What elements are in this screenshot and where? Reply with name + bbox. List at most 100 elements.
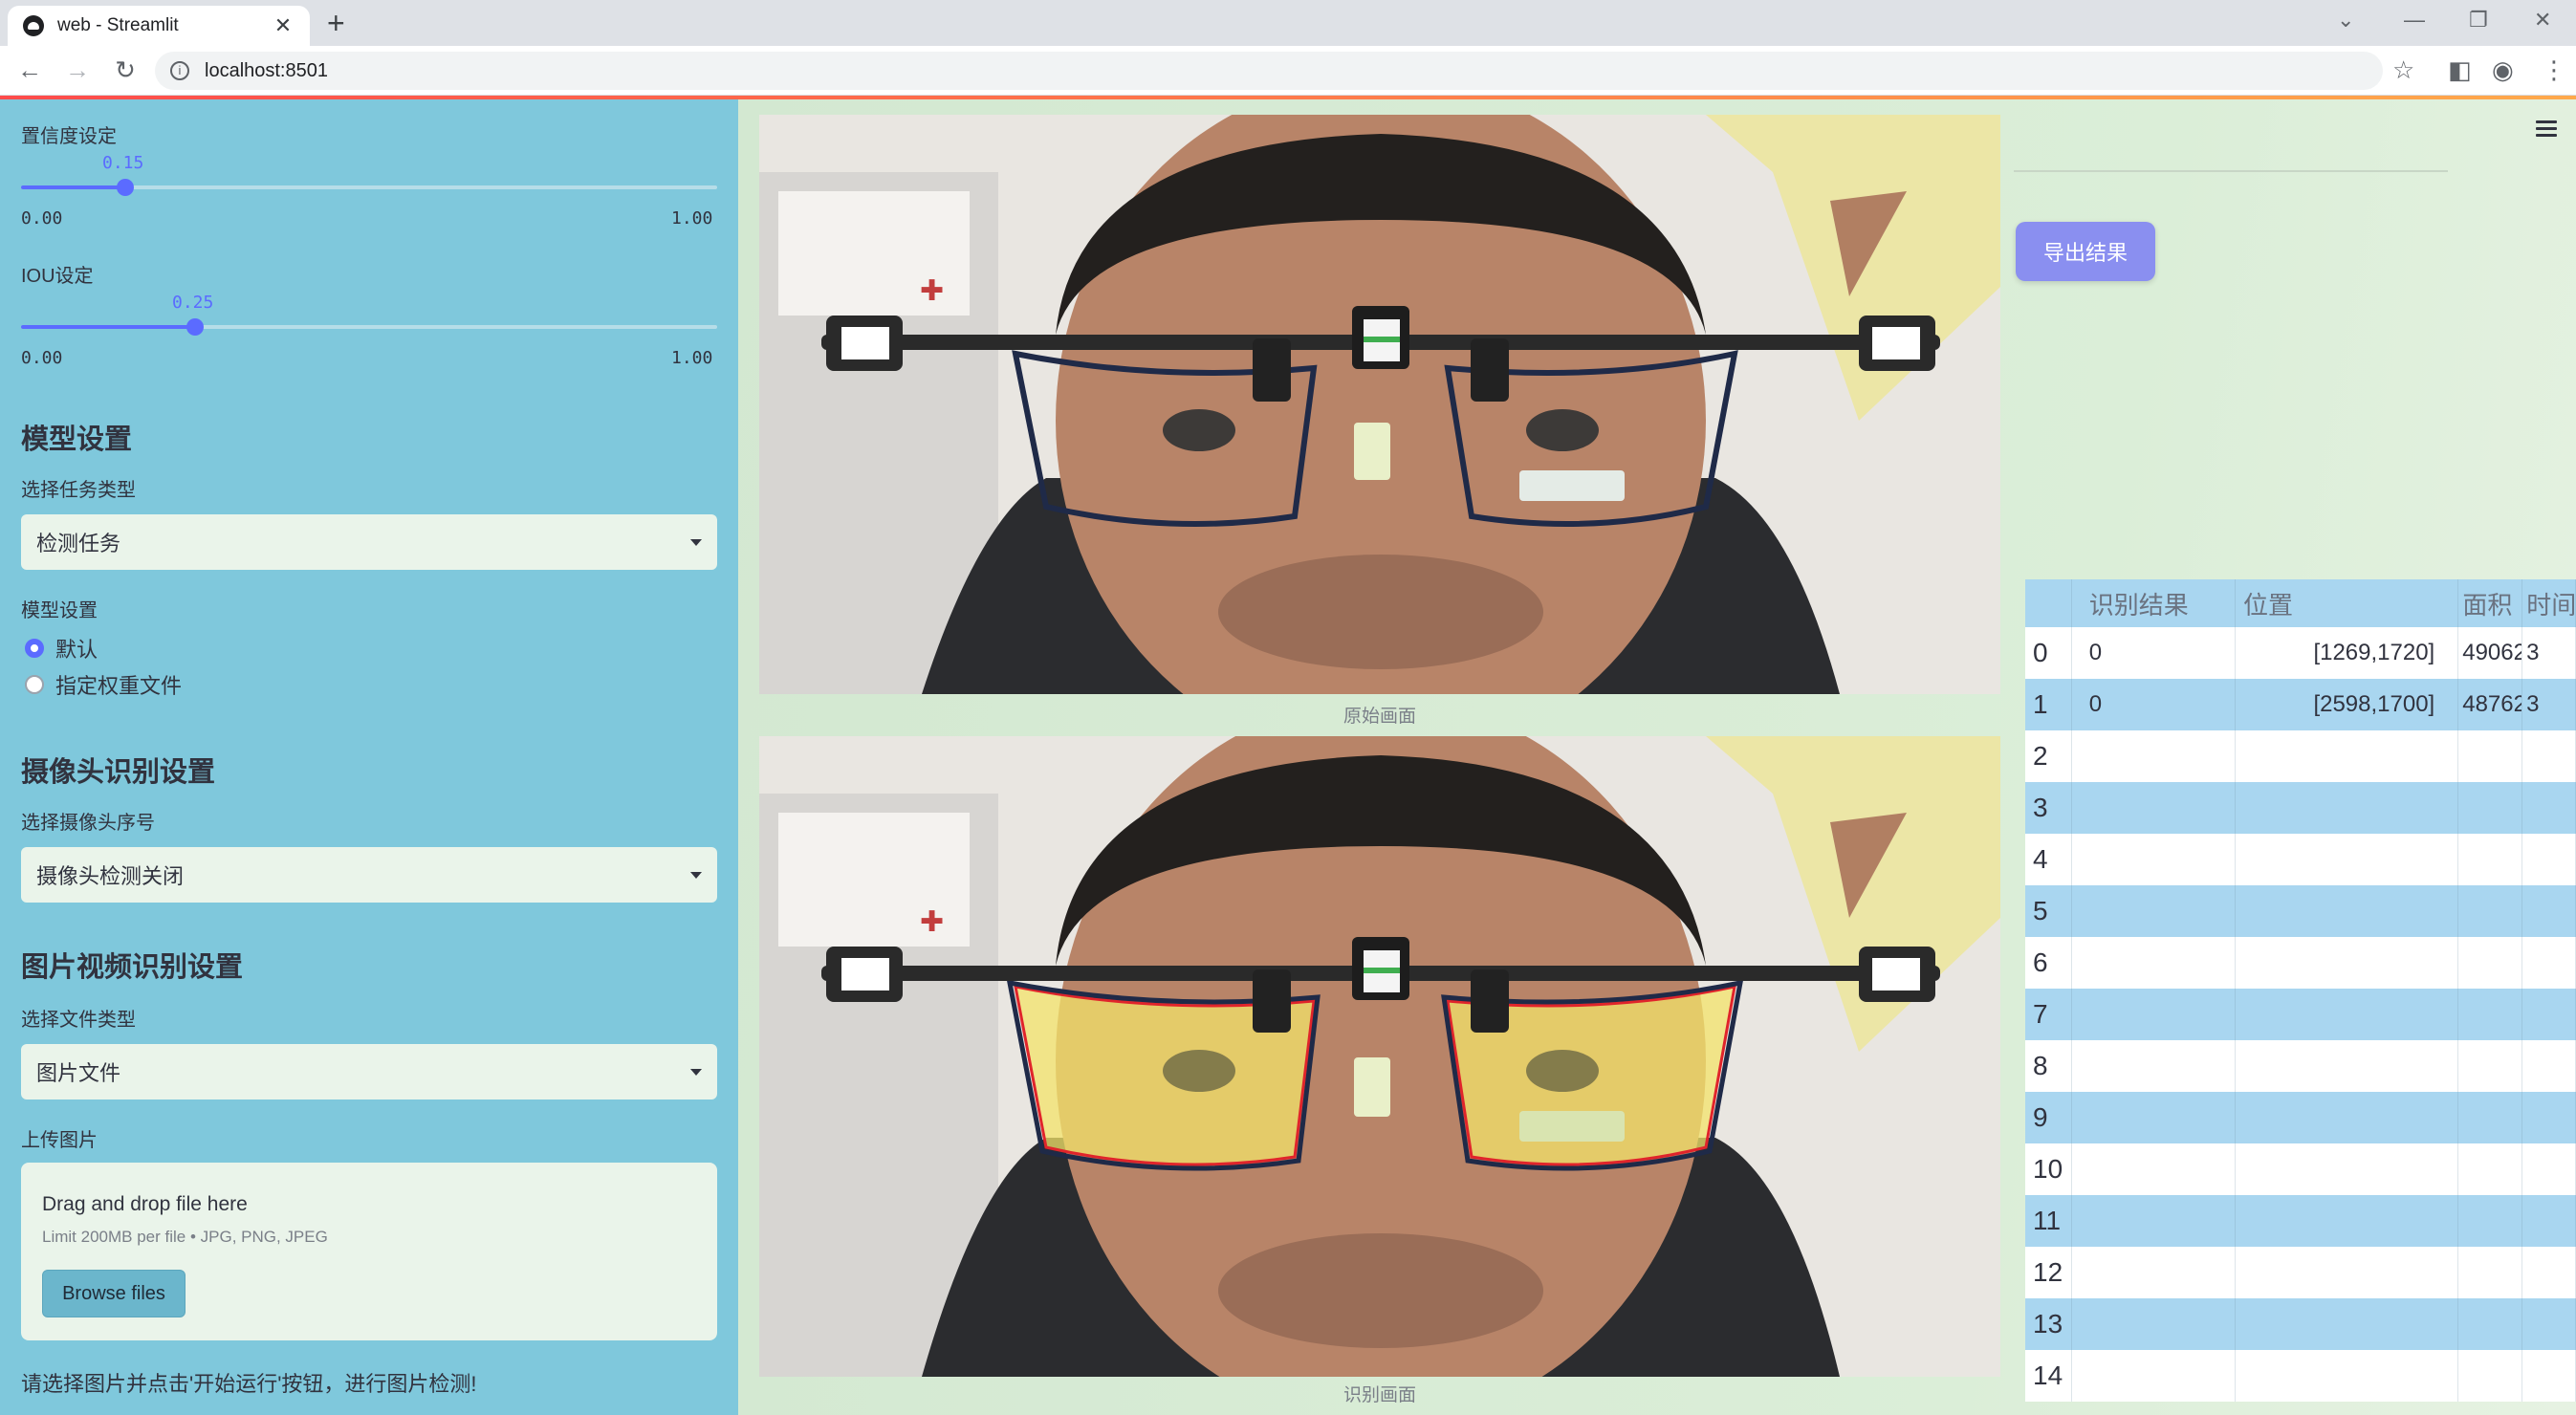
task-type-select[interactable]: 检测任务 — [21, 514, 717, 570]
divider — [2014, 170, 2448, 172]
table-row[interactable]: 8 — [2025, 1040, 2576, 1092]
row-index: 0 — [2025, 627, 2072, 679]
forward-icon[interactable]: → — [61, 55, 94, 85]
row-position: [2598,1700] — [2236, 679, 2459, 730]
row-index: 9 — [2025, 1092, 2072, 1143]
side-panel-icon[interactable]: ◧ — [2448, 55, 2472, 85]
table-row[interactable]: 6 — [2025, 937, 2576, 989]
row-time: 3 — [2522, 627, 2576, 679]
result-photo-illustration: ✚ — [759, 736, 2000, 1377]
radio-custom-weights[interactable]: 指定权重文件 — [25, 669, 182, 700]
reload-icon[interactable]: ↻ — [109, 55, 142, 85]
row-time — [2522, 1040, 2576, 1092]
site-info-icon[interactable]: i — [170, 61, 189, 80]
restore-icon[interactable]: ❐ — [2469, 8, 2488, 33]
browser-menu-icon[interactable]: ⋮ — [2542, 55, 2566, 85]
browser-tab-bar: web - Streamlit ✕ + ⌄ — ❐ ✕ — [0, 0, 2576, 46]
table-row[interactable]: 2 — [2025, 730, 2576, 782]
task-type-label: 选择任务类型 — [21, 480, 136, 501]
table-row[interactable]: 14 — [2025, 1350, 2576, 1402]
iou-slider-thumb[interactable] — [186, 318, 204, 336]
sidebar: 置信度设定 0.15 0.00 1.00 IOU设定 0.25 0.00 1.0… — [0, 99, 738, 1415]
close-window-icon[interactable]: ✕ — [2534, 8, 2551, 33]
header-time[interactable]: 时间 — [2522, 579, 2576, 627]
browser-tab[interactable]: web - Streamlit ✕ — [8, 6, 310, 46]
upload-label: 上传图片 — [21, 1130, 98, 1151]
row-result — [2072, 1143, 2237, 1195]
header-result[interactable]: 识别结果 — [2072, 579, 2237, 627]
chevron-down-icon — [690, 1068, 702, 1076]
address-bar: ← → ↻ i localhost:8501 ☆ ◧ ◉ ⋮ — [0, 46, 2576, 96]
table-row[interactable]: 7 — [2025, 989, 2576, 1040]
confidence-slider[interactable] — [21, 179, 717, 196]
chevron-down-icon — [690, 871, 702, 879]
camera-index-select[interactable]: 摄像头检测关闭 — [21, 847, 717, 903]
minimize-icon[interactable]: — — [2404, 8, 2425, 33]
original-image: ✚ — [759, 115, 2000, 694]
row-result — [2072, 1040, 2237, 1092]
row-time — [2522, 1247, 2576, 1298]
url-field[interactable]: i localhost:8501 — [155, 52, 2383, 90]
file-type-label: 选择文件类型 — [21, 1010, 136, 1031]
radio-default[interactable]: 默认 — [25, 633, 98, 664]
confidence-value: 0.15 — [102, 153, 144, 173]
row-position — [2236, 1092, 2459, 1143]
row-area — [2458, 989, 2523, 1040]
svg-text:✚: ✚ — [920, 274, 944, 308]
table-row[interactable]: 10[2598,1700]4876200.03 — [2025, 679, 2576, 730]
row-position: [1269,1720] — [2236, 627, 2459, 679]
close-tab-icon[interactable]: ✕ — [272, 13, 295, 38]
model-settings-label: 模型设置 — [21, 600, 98, 621]
row-area — [2458, 1040, 2523, 1092]
media-settings-heading: 图片视频识别设置 — [21, 952, 244, 983]
iou-label: IOU设定 — [21, 266, 94, 287]
row-index: 2 — [2025, 730, 2072, 782]
row-index: 6 — [2025, 937, 2072, 989]
header-position[interactable]: 位置 — [2236, 579, 2459, 627]
camera-settings-heading: 摄像头识别设置 — [21, 757, 216, 788]
profile-icon[interactable]: ◉ — [2492, 55, 2514, 85]
row-index: 14 — [2025, 1350, 2072, 1402]
export-results-button[interactable]: 导出结果 — [2016, 222, 2155, 281]
bookmark-star-icon[interactable]: ☆ — [2392, 55, 2414, 85]
iou-slider[interactable] — [21, 318, 717, 336]
header-index — [2025, 579, 2072, 627]
table-row[interactable]: 11 — [2025, 1195, 2576, 1247]
table-row[interactable]: 4 — [2025, 834, 2576, 885]
row-result — [2072, 834, 2237, 885]
row-time — [2522, 782, 2576, 834]
row-position — [2236, 834, 2459, 885]
table-row[interactable]: 13 — [2025, 1298, 2576, 1350]
camera-index-value: 摄像头检测关闭 — [36, 864, 185, 888]
row-result — [2072, 989, 2237, 1040]
back-icon[interactable]: ← — [13, 55, 46, 85]
row-result — [2072, 937, 2237, 989]
table-row[interactable]: 3 — [2025, 782, 2576, 834]
task-type-value: 检测任务 — [36, 532, 121, 555]
file-dropzone[interactable]: Drag and drop file here Limit 200MB per … — [21, 1163, 717, 1340]
header-area[interactable]: 面积 — [2458, 579, 2523, 627]
row-index: 4 — [2025, 834, 2072, 885]
table-row[interactable]: 5 — [2025, 885, 2576, 937]
row-time — [2522, 1195, 2576, 1247]
original-photo-illustration: ✚ — [759, 115, 2000, 694]
confidence-slider-thumb[interactable] — [117, 179, 134, 196]
row-time: 3 — [2522, 679, 2576, 730]
table-row[interactable]: 12 — [2025, 1247, 2576, 1298]
row-time — [2522, 1350, 2576, 1402]
row-result: 0 — [2072, 679, 2237, 730]
row-position — [2236, 885, 2459, 937]
row-result — [2072, 730, 2237, 782]
new-tab-icon[interactable]: + — [327, 6, 345, 40]
confidence-max: 1.00 — [671, 208, 713, 229]
browse-files-button[interactable]: Browse files — [42, 1270, 186, 1317]
tab-search-icon[interactable]: ⌄ — [2337, 8, 2354, 33]
hamburger-menu-icon[interactable] — [2536, 120, 2557, 141]
table-row[interactable]: 00[1269,1720]4906250.03 — [2025, 627, 2576, 679]
row-index: 1 — [2025, 679, 2072, 730]
table-row[interactable]: 10 — [2025, 1143, 2576, 1195]
row-area — [2458, 1247, 2523, 1298]
file-type-select[interactable]: 图片文件 — [21, 1044, 717, 1099]
confidence-label: 置信度设定 — [21, 126, 117, 147]
table-row[interactable]: 9 — [2025, 1092, 2576, 1143]
